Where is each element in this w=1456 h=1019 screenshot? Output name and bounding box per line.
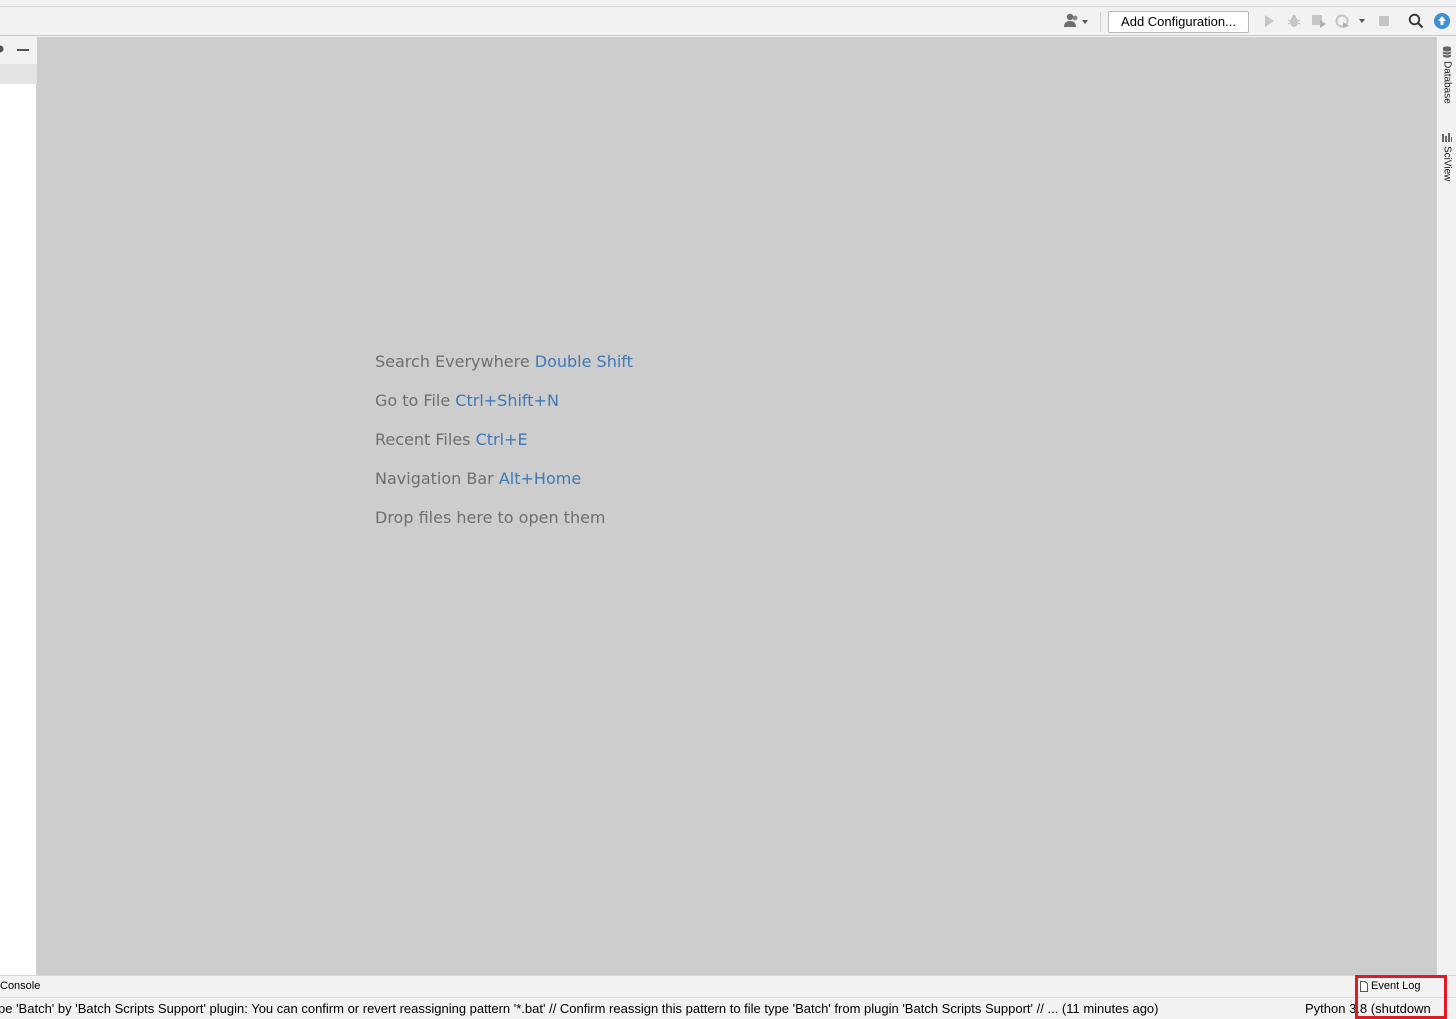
document-icon: [1360, 980, 1368, 992]
python-interpreter-widget[interactable]: Python 3.8 (shutdown: [1305, 1001, 1431, 1016]
editor-empty-area: Search Everywhere Double Shift Go to Fil…: [37, 37, 1436, 975]
window-top-border: [0, 6, 1456, 7]
hint-shortcut: Ctrl+E: [475, 430, 528, 449]
hint-label: Drop files here to open them: [375, 508, 606, 527]
hint-drop-files: Drop files here to open them: [375, 506, 633, 545]
database-tab[interactable]: Database: [1439, 46, 1455, 104]
hint-go-to-file: Go to File Ctrl+Shift+N: [375, 389, 633, 428]
stop-icon[interactable]: [1376, 11, 1392, 31]
profile-icon[interactable]: [1335, 11, 1369, 31]
update-icon[interactable]: [1432, 11, 1452, 31]
hint-shortcut: Double Shift: [534, 352, 633, 371]
hint-label: Recent Files: [375, 430, 471, 449]
coverage-icon[interactable]: [1310, 11, 1328, 31]
event-log-tab[interactable]: Event Log: [1360, 980, 1421, 992]
minimize-icon[interactable]: [17, 49, 29, 51]
hint-recent-files: Recent Files Ctrl+E: [375, 428, 633, 467]
run-icon[interactable]: [1260, 11, 1278, 31]
hint-label: Search Everywhere: [375, 352, 530, 371]
tool-window-toolbar: [0, 64, 37, 84]
right-tool-strip: Database SciView: [1436, 37, 1456, 975]
tool-window-header: [0, 37, 37, 64]
toolbar-separator: [1100, 12, 1101, 32]
status-message[interactable]: pe 'Batch' by 'Batch Scripts Support' pl…: [0, 1001, 1159, 1016]
sciview-tab[interactable]: SciView: [1439, 133, 1455, 181]
hint-label: Go to File: [375, 391, 451, 410]
add-configuration-button[interactable]: Add Configuration...: [1108, 11, 1249, 33]
debug-icon[interactable]: [1285, 11, 1303, 31]
tool-window-bar: Console Event Log: [0, 975, 1456, 997]
database-tab-label: Database: [1441, 61, 1453, 104]
hint-navigation-bar: Navigation Bar Alt+Home: [375, 467, 633, 506]
search-icon[interactable]: [1406, 11, 1426, 31]
status-bar: pe 'Batch' by 'Batch Scripts Support' pl…: [0, 997, 1456, 1019]
project-tool-window: [0, 37, 37, 975]
editor-hints: Search Everywhere Double Shift Go to Fil…: [375, 350, 633, 545]
database-icon: [1442, 46, 1452, 58]
user-icon[interactable]: [1063, 11, 1091, 31]
hint-shortcut: Alt+Home: [498, 469, 582, 488]
event-log-label: Event Log: [1371, 980, 1421, 992]
sciview-icon: [1442, 133, 1452, 142]
hint-shortcut: Ctrl+Shift+N: [455, 391, 559, 410]
main-toolbar: Add Configuration...: [0, 0, 1456, 36]
sciview-tab-label: SciView: [1441, 146, 1453, 182]
console-tab[interactable]: Console: [0, 980, 40, 992]
gear-icon[interactable]: [0, 44, 6, 54]
hint-label: Navigation Bar: [375, 469, 494, 488]
hint-search-everywhere: Search Everywhere Double Shift: [375, 350, 633, 389]
